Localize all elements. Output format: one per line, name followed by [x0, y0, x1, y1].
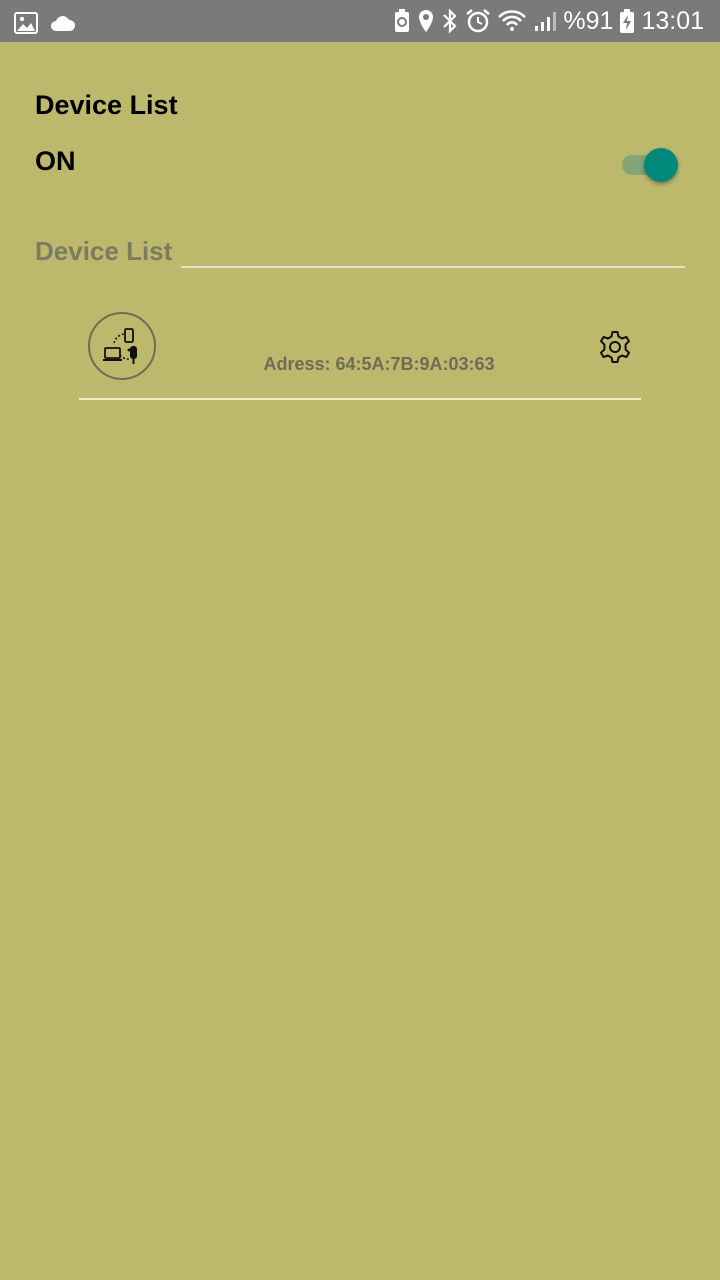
bluetooth-toggle-switch[interactable]: [622, 147, 682, 183]
cloud-icon: [50, 9, 76, 37]
status-bar: %91 13:01: [0, 0, 720, 42]
device-list-section-label: Device List: [35, 236, 173, 266]
section-divider: [181, 266, 685, 268]
location-icon: [417, 7, 435, 35]
page-title: Device List: [35, 90, 178, 120]
battery-charging-icon: [619, 7, 635, 35]
bluetooth-state-label: ON: [35, 146, 76, 176]
device-address: Adress: 64:5A:7B:9A:03:63: [263, 354, 495, 374]
bluetooth-icon: [441, 7, 459, 35]
device-list-item[interactable]: Adress: 64:5A:7B:9A:03:63: [79, 306, 641, 401]
clock: 13:01: [641, 7, 704, 35]
wifi-icon: [497, 7, 527, 35]
battery-saver-icon: [393, 7, 411, 35]
gallery-icon: [14, 9, 38, 37]
switch-thumb[interactable]: [644, 148, 678, 182]
gear-icon[interactable]: [595, 327, 635, 367]
alarm-icon: [465, 7, 491, 35]
signal-icon: [533, 7, 557, 35]
battery-percent: %91: [563, 7, 614, 35]
device-item-divider: [79, 398, 641, 400]
